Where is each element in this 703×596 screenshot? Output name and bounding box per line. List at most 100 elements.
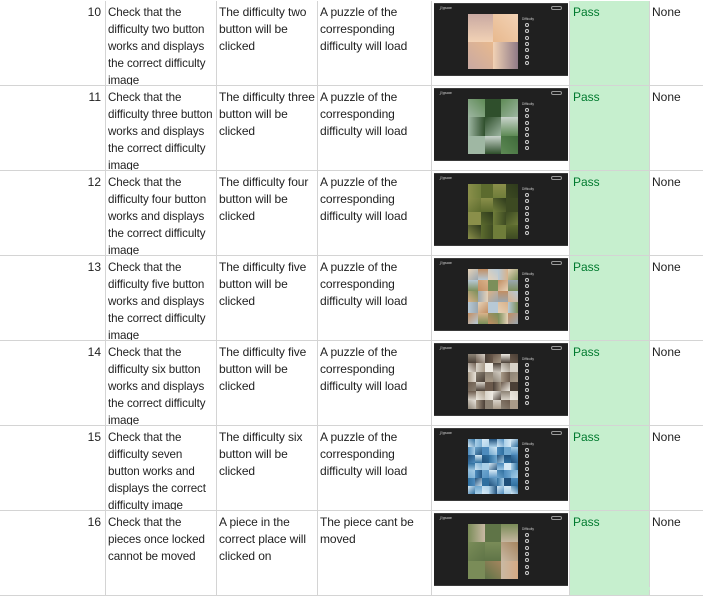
- test-number-cell[interactable]: 13: [0, 256, 106, 341]
- app-screenshot: Jigsaw Difficulty: [434, 513, 568, 586]
- puzzle-board: [468, 99, 519, 155]
- puzzle-piece: [468, 41, 494, 70]
- result-cell[interactable]: Pass: [570, 256, 650, 341]
- test-description-cell[interactable]: Check that the difficulty five button wo…: [106, 256, 217, 341]
- puzzle-piece: [501, 117, 519, 136]
- test-action-cell[interactable]: The difficulty five button will be click…: [217, 341, 318, 426]
- difficulty-button-icon: [525, 108, 529, 112]
- result-cell[interactable]: Pass: [570, 1, 650, 86]
- difficulty-button-icon: [525, 54, 529, 59]
- result-pass: Pass: [573, 175, 600, 189]
- puzzle-piece: [505, 211, 519, 226]
- puzzle-piece: [488, 280, 499, 292]
- result-cell[interactable]: Pass: [570, 426, 650, 511]
- puzzle-piece: [484, 524, 502, 543]
- screenshot-cell[interactable]: Jigsaw Difficulty: [432, 256, 570, 341]
- difficulty-label: Difficulty: [522, 272, 534, 276]
- screenshot-cell[interactable]: Jigsaw Difficulty: [432, 1, 570, 86]
- test-action-cell[interactable]: The difficulty four button will be click…: [217, 171, 318, 256]
- notes-cell[interactable]: None: [650, 341, 703, 426]
- expected-result-cell[interactable]: A puzzle of the corresponding difficulty…: [318, 256, 432, 341]
- test-description: Check that the difficulty two button wor…: [108, 6, 206, 86]
- result-cell[interactable]: Pass: [570, 511, 650, 596]
- test-number-cell[interactable]: 10: [0, 1, 106, 86]
- test-action-cell[interactable]: The difficulty two button will be clicke…: [217, 1, 318, 86]
- difficulty-button-icon: [525, 193, 529, 197]
- test-action: The difficulty six button will be clicke…: [219, 430, 303, 478]
- screenshot-cell[interactable]: Jigsaw Difficulty: [432, 171, 570, 256]
- table-row: 12 Check that the difficulty four button …: [0, 171, 703, 256]
- test-number-cell[interactable]: 11: [0, 86, 106, 171]
- table-row: 10 Check that the difficulty two button w…: [0, 1, 703, 86]
- difficulty-label: Difficulty: [522, 102, 534, 106]
- test-description-cell[interactable]: Check that the difficulty six button wor…: [106, 341, 217, 426]
- result-cell[interactable]: Pass: [570, 171, 650, 256]
- result-cell[interactable]: Pass: [570, 86, 650, 171]
- test-number: 13: [87, 260, 101, 274]
- puzzle-piece: [484, 354, 494, 364]
- puzzle-piece: [468, 542, 485, 561]
- difficulty-button-icon: [525, 114, 529, 119]
- test-description-cell[interactable]: Check that the pieces once locked cannot…: [106, 511, 217, 596]
- test-action-cell[interactable]: A piece in the correct place will clicke…: [217, 511, 318, 596]
- test-number: 10: [87, 5, 101, 19]
- puzzle-piece: [488, 291, 499, 303]
- app-logo: Jigsaw: [440, 6, 452, 10]
- screenshot-cell[interactable]: Jigsaw Difficulty: [432, 341, 570, 426]
- notes-value: None: [652, 5, 681, 19]
- puzzle-board: [468, 269, 519, 325]
- difficulty-button-icon: [525, 145, 529, 150]
- expected-result-cell[interactable]: A puzzle of the corresponding difficulty…: [318, 86, 432, 171]
- notes-cell[interactable]: None: [650, 171, 703, 256]
- test-action: The difficulty three button will be clic…: [219, 90, 315, 138]
- difficulty-label: Difficulty: [522, 527, 534, 531]
- notes-cell[interactable]: None: [650, 426, 703, 511]
- difficulty-button-icon: [525, 460, 529, 465]
- test-number-cell[interactable]: 15: [0, 426, 106, 511]
- expected-result-cell[interactable]: A puzzle of the corresponding difficulty…: [318, 341, 432, 426]
- notes-cell[interactable]: None: [650, 86, 703, 171]
- difficulty-button-icon: [525, 545, 529, 550]
- difficulty-button-icon: [525, 564, 529, 569]
- puzzle-piece: [478, 313, 489, 325]
- test-number-cell[interactable]: 16: [0, 511, 106, 596]
- app-screenshot: Jigsaw Difficulty: [434, 428, 568, 501]
- menu-pill-icon: [551, 176, 562, 180]
- test-number-cell[interactable]: 12: [0, 171, 106, 256]
- test-number-cell[interactable]: 14: [0, 341, 106, 426]
- test-number: 15: [87, 430, 101, 444]
- puzzle-piece: [493, 184, 506, 199]
- notes-cell[interactable]: None: [650, 256, 703, 341]
- result-cell[interactable]: Pass: [570, 341, 650, 426]
- difficulty-button-icon: [525, 533, 529, 537]
- app-screenshot: Jigsaw Difficulty: [434, 343, 568, 416]
- test-description-cell[interactable]: Check that the difficulty four button wo…: [106, 171, 217, 256]
- puzzle-piece: [468, 363, 477, 373]
- expected-result-cell[interactable]: A puzzle of the corresponding difficulty…: [318, 1, 432, 86]
- difficulty-label: Difficulty: [522, 187, 534, 191]
- difficulty-button-icon: [525, 558, 529, 563]
- screenshot-cell[interactable]: Jigsaw Difficulty: [432, 426, 570, 511]
- notes-cell[interactable]: None: [650, 1, 703, 86]
- test-action-cell[interactable]: The difficulty three button will be clic…: [217, 86, 318, 171]
- difficulty-button-icon: [525, 539, 529, 544]
- puzzle-piece: [480, 225, 494, 240]
- test-number: 11: [88, 90, 101, 104]
- puzzle-piece: [508, 280, 519, 292]
- screenshot-cell[interactable]: Jigsaw Difficulty: [432, 86, 570, 171]
- notes-value: None: [652, 90, 681, 104]
- puzzle-piece: [501, 99, 519, 118]
- expected-result-cell[interactable]: A puzzle of the corresponding difficulty…: [318, 171, 432, 256]
- test-action-cell[interactable]: The difficulty six button will be clicke…: [217, 426, 318, 511]
- notes-cell[interactable]: None: [650, 511, 703, 596]
- test-description-cell[interactable]: Check that the difficulty three button w…: [106, 86, 217, 171]
- test-action-cell[interactable]: The difficulty five button will be click…: [217, 256, 318, 341]
- test-description-cell[interactable]: Check that the difficulty seven button w…: [106, 426, 217, 511]
- table-row: 14 Check that the difficulty six button w…: [0, 341, 703, 426]
- difficulty-button-icon: [525, 278, 529, 282]
- screenshot-cell[interactable]: Jigsaw Difficulty: [432, 511, 570, 596]
- test-description-cell[interactable]: Check that the difficulty two button wor…: [106, 1, 217, 86]
- expected-result-cell[interactable]: The piece cant be moved: [318, 511, 432, 596]
- puzzle-piece: [509, 390, 519, 401]
- expected-result-cell[interactable]: A puzzle of the corresponding difficulty…: [318, 426, 432, 511]
